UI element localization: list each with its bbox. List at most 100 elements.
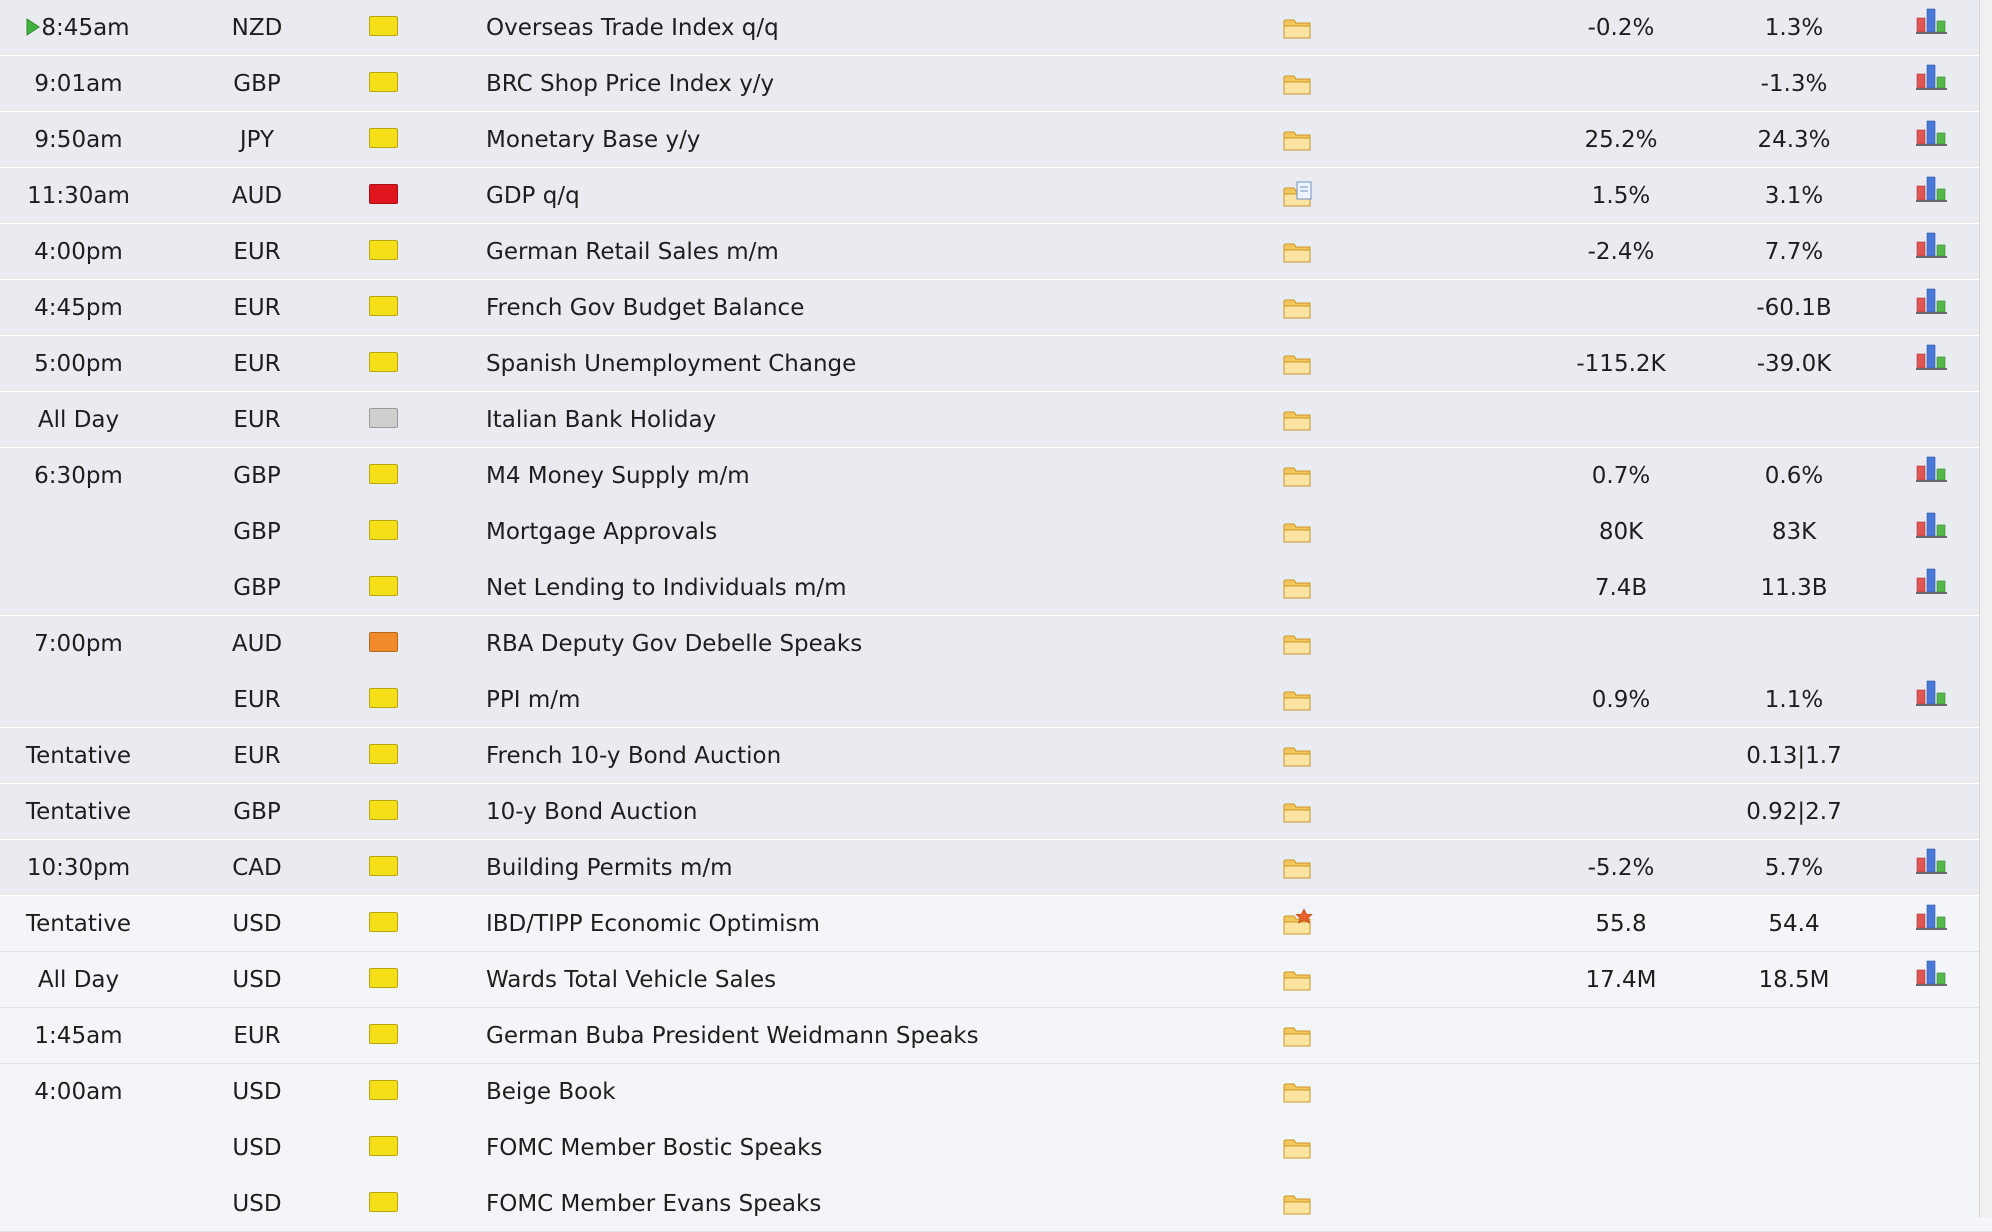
- impact-high-icon[interactable]: [369, 184, 398, 204]
- event-title[interactable]: FOMC Member Bostic Speaks: [486, 1120, 822, 1176]
- impact-low-icon[interactable]: [369, 296, 398, 316]
- chart-icon[interactable]: [1915, 6, 1949, 36]
- graph-cell[interactable]: [1915, 840, 1949, 896]
- detail-cell[interactable]: [1282, 336, 1316, 392]
- detail-cell[interactable]: [1282, 1176, 1316, 1232]
- impact-low-icon[interactable]: [369, 1024, 398, 1044]
- detail-cell[interactable]: [1282, 224, 1316, 280]
- graph-cell[interactable]: [1915, 224, 1949, 280]
- folder-icon[interactable]: [1282, 13, 1314, 41]
- calendar-row[interactable]: 10:30pm CAD Building Permits m/m -5.2% 5…: [0, 840, 1992, 896]
- chart-icon[interactable]: [1915, 62, 1949, 92]
- calendar-row[interactable]: 5:00pm EUR Spanish Unemployment Change -…: [0, 336, 1992, 392]
- detail-cell[interactable]: [1282, 672, 1316, 728]
- impact-cell[interactable]: [369, 896, 399, 952]
- impact-cell[interactable]: [369, 0, 399, 56]
- event-title[interactable]: French Gov Budget Balance: [486, 280, 804, 336]
- graph-cell[interactable]: [1915, 56, 1949, 112]
- impact-cell[interactable]: [369, 56, 399, 112]
- impact-cell[interactable]: [369, 504, 399, 560]
- detail-cell[interactable]: [1282, 728, 1316, 784]
- chart-icon[interactable]: [1915, 174, 1949, 204]
- folder-icon[interactable]: [1282, 517, 1314, 545]
- event-title[interactable]: Overseas Trade Index q/q: [486, 0, 779, 56]
- event-title[interactable]: Mortgage Approvals: [486, 504, 717, 560]
- impact-low-icon[interactable]: [369, 1080, 398, 1100]
- event-title[interactable]: 10-y Bond Auction: [486, 784, 697, 840]
- graph-cell[interactable]: [1915, 1176, 1949, 1232]
- detail-cell[interactable]: [1282, 952, 1316, 1008]
- event-title[interactable]: FOMC Member Evans Speaks: [486, 1176, 821, 1232]
- graph-cell[interactable]: [1915, 1120, 1949, 1176]
- impact-low-icon[interactable]: [369, 912, 398, 932]
- folder-icon[interactable]: [1282, 965, 1314, 993]
- detail-cell[interactable]: [1282, 56, 1316, 112]
- impact-cell[interactable]: [369, 448, 399, 504]
- event-title[interactable]: IBD/TIPP Economic Optimism: [486, 896, 820, 952]
- folder-doc-icon[interactable]: [1282, 181, 1314, 209]
- graph-cell[interactable]: [1915, 0, 1949, 56]
- event-title[interactable]: Monetary Base y/y: [486, 112, 700, 168]
- impact-low-icon[interactable]: [369, 128, 398, 148]
- impact-cell[interactable]: [369, 672, 399, 728]
- impact-cell[interactable]: [369, 1120, 399, 1176]
- folder-icon[interactable]: [1282, 853, 1314, 881]
- calendar-row[interactable]: 9:01am GBP BRC Shop Price Index y/y -1.3…: [0, 56, 1992, 112]
- chart-icon[interactable]: [1915, 510, 1949, 540]
- chart-icon[interactable]: [1915, 846, 1949, 876]
- detail-cell[interactable]: [1282, 1120, 1316, 1176]
- graph-cell[interactable]: [1915, 336, 1949, 392]
- event-title[interactable]: French 10-y Bond Auction: [486, 728, 781, 784]
- impact-none-icon[interactable]: [369, 408, 398, 428]
- chart-icon[interactable]: [1915, 902, 1949, 932]
- event-title[interactable]: RBA Deputy Gov Debelle Speaks: [486, 616, 862, 672]
- chart-icon[interactable]: [1915, 286, 1949, 316]
- impact-cell[interactable]: [369, 1008, 399, 1064]
- calendar-row[interactable]: 6:30pm GBP M4 Money Supply m/m 0.7% 0.6%: [0, 448, 1992, 504]
- folder-icon[interactable]: [1282, 461, 1314, 489]
- impact-low-icon[interactable]: [369, 576, 398, 596]
- calendar-row[interactable]: All Day USD Wards Total Vehicle Sales 17…: [0, 952, 1992, 1008]
- graph-cell[interactable]: [1915, 392, 1949, 448]
- calendar-row[interactable]: 11:30am AUD GDP q/q 1.5% 3.1%: [0, 168, 1992, 224]
- graph-cell[interactable]: [1915, 280, 1949, 336]
- event-title[interactable]: Italian Bank Holiday: [486, 392, 716, 448]
- detail-cell[interactable]: [1282, 560, 1316, 616]
- impact-cell[interactable]: [369, 1176, 399, 1232]
- impact-low-icon[interactable]: [369, 520, 398, 540]
- calendar-row[interactable]: GBP Mortgage Approvals 80K 83K: [0, 504, 1992, 560]
- event-title[interactable]: Net Lending to Individuals m/m: [486, 560, 847, 616]
- calendar-row[interactable]: 4:00am USD Beige Book: [0, 1064, 1992, 1120]
- graph-cell[interactable]: [1915, 672, 1949, 728]
- folder-star-icon[interactable]: [1282, 909, 1314, 937]
- detail-cell[interactable]: [1282, 840, 1316, 896]
- impact-cell[interactable]: [369, 168, 399, 224]
- graph-cell[interactable]: [1915, 784, 1949, 840]
- calendar-row[interactable]: Tentative EUR French 10-y Bond Auction 0…: [0, 728, 1992, 784]
- chart-icon[interactable]: [1915, 342, 1949, 372]
- impact-cell[interactable]: [369, 224, 399, 280]
- event-title[interactable]: Wards Total Vehicle Sales: [486, 952, 776, 1008]
- graph-cell[interactable]: [1915, 168, 1949, 224]
- folder-icon[interactable]: [1282, 405, 1314, 433]
- impact-low-icon[interactable]: [369, 16, 398, 36]
- folder-icon[interactable]: [1282, 629, 1314, 657]
- folder-icon[interactable]: [1282, 1077, 1314, 1105]
- impact-cell[interactable]: [369, 728, 399, 784]
- detail-cell[interactable]: [1282, 784, 1316, 840]
- detail-cell[interactable]: [1282, 1064, 1316, 1120]
- event-title[interactable]: German Retail Sales m/m: [486, 224, 779, 280]
- detail-cell[interactable]: [1282, 1008, 1316, 1064]
- impact-low-icon[interactable]: [369, 464, 398, 484]
- impact-low-icon[interactable]: [369, 856, 398, 876]
- graph-cell[interactable]: [1915, 504, 1949, 560]
- graph-cell[interactable]: [1915, 896, 1949, 952]
- folder-icon[interactable]: [1282, 1133, 1314, 1161]
- folder-icon[interactable]: [1282, 349, 1314, 377]
- scrollbar[interactable]: [1979, 0, 1992, 1217]
- folder-icon[interactable]: [1282, 125, 1314, 153]
- calendar-row[interactable]: All Day EUR Italian Bank Holiday: [0, 392, 1992, 448]
- impact-low-icon[interactable]: [369, 1192, 398, 1212]
- impact-cell[interactable]: [369, 952, 399, 1008]
- calendar-row[interactable]: 4:45pm EUR French Gov Budget Balance -60…: [0, 280, 1992, 336]
